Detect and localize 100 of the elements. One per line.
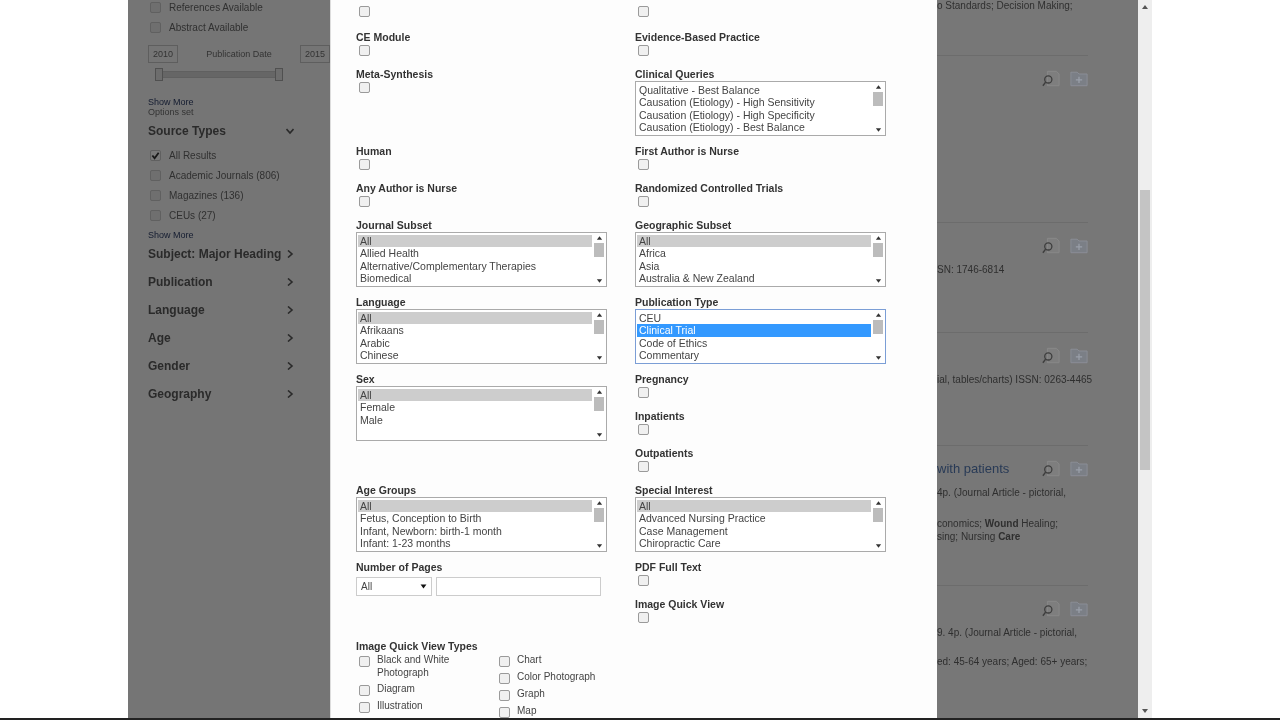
list-option[interactable]: Causation (Etiology) - High Sensitivity (637, 96, 871, 109)
scrollbar[interactable] (871, 310, 885, 363)
checkbox[interactable] (359, 702, 370, 713)
range-slider[interactable] (158, 71, 280, 78)
scroll-up-icon[interactable] (874, 500, 882, 506)
list-option[interactable]: Australia & New Zealand (637, 272, 871, 285)
checkbox[interactable] (359, 196, 370, 207)
scroll-up-icon[interactable] (595, 500, 603, 506)
list-option[interactable]: Afrikaans (358, 324, 592, 337)
checkbox[interactable] (638, 196, 649, 207)
add-to-folder-icon[interactable] (1070, 237, 1088, 254)
checkbox[interactable] (638, 45, 649, 56)
preview-icon[interactable] (1042, 347, 1060, 364)
list-option[interactable]: Qualitative - Best Balance (637, 84, 871, 97)
list-option[interactable]: Biomedical (358, 272, 592, 285)
add-to-folder-icon[interactable] (1070, 70, 1088, 87)
list-option[interactable]: Case Management (637, 524, 871, 538)
list-option[interactable]: Alternative/Complementary Therapies (358, 259, 592, 273)
list-option[interactable]: Male (358, 413, 592, 427)
scroll-down-icon[interactable] (595, 543, 603, 549)
list-option[interactable]: Commentary (637, 349, 871, 362)
preview-icon[interactable] (1042, 237, 1060, 254)
checkbox[interactable] (638, 6, 649, 17)
scroll-down-icon[interactable] (874, 278, 882, 284)
list-box[interactable]: Qualitative - Best Balance Causation (Etiology) - High Sensitivity Causation (Etiology) - High Specificity Causation (Etiology) - Best Balance (635, 81, 886, 136)
scrollbar[interactable] (871, 498, 885, 551)
list-box[interactable]: All Female Male (356, 386, 607, 441)
scroll-up-icon[interactable] (1141, 4, 1149, 10)
list-box[interactable]: CEU Clinical Trial Code of Ethics Commentary (635, 309, 886, 364)
checkbox[interactable] (150, 149, 161, 161)
checkbox[interactable] (638, 612, 649, 623)
checkbox[interactable] (499, 707, 510, 718)
scrollbar[interactable] (592, 233, 606, 286)
scroll-down-icon[interactable] (1141, 708, 1149, 714)
checkbox[interactable] (638, 387, 649, 398)
list-option[interactable]: CEU (637, 312, 871, 325)
list-box[interactable]: All Afrikaans Arabic Chinese (356, 309, 607, 364)
scroll-up-icon[interactable] (874, 312, 882, 318)
list-option[interactable]: Causation (Etiology) - High Specificity (637, 108, 871, 122)
checkbox[interactable] (359, 159, 370, 170)
list-option[interactable]: Chiropractic Care (637, 537, 871, 550)
checkbox[interactable] (638, 424, 649, 435)
list-option[interactable]: All (637, 235, 871, 248)
checkbox[interactable] (359, 6, 370, 17)
list-option[interactable]: Chinese (358, 349, 592, 362)
list-option[interactable]: Allied Health (358, 247, 592, 260)
list-option[interactable]: All (358, 500, 592, 513)
list-option[interactable]: Fetus, Conception to Birth (358, 512, 592, 525)
preview-icon[interactable] (1042, 600, 1060, 617)
list-option[interactable]: Causation (Etiology) - Best Balance (637, 121, 871, 134)
add-to-folder-icon[interactable] (1070, 600, 1088, 617)
list-box[interactable]: All Allied Health Alternative/Complementary Therapies Biomedical (356, 232, 607, 287)
show-more-link[interactable]: Show More (148, 230, 330, 240)
preview-icon[interactable] (1042, 460, 1060, 477)
list-option[interactable]: Code of Ethics (637, 336, 871, 350)
list-option[interactable]: All (358, 312, 592, 325)
add-to-folder-icon[interactable] (1070, 347, 1088, 364)
scrollbar[interactable] (1138, 0, 1152, 718)
chevron-right-icon[interactable] (286, 278, 294, 286)
checkbox[interactable] (638, 575, 649, 586)
list-box[interactable]: All Fetus, Conception to Birth Infant, Newborn: birth-1 month Infant: 1-23 months (356, 497, 607, 552)
scroll-down-icon[interactable] (874, 127, 882, 133)
scroll-up-icon[interactable] (595, 312, 603, 318)
scroll-down-icon[interactable] (595, 432, 603, 438)
list-option[interactable]: All (637, 500, 871, 513)
list-option[interactable]: Advanced Nursing Practice (637, 512, 871, 525)
list-option[interactable]: Infant, Newborn: birth-1 month (358, 524, 592, 538)
checkbox[interactable] (499, 656, 510, 667)
scroll-down-icon[interactable] (874, 355, 882, 361)
show-more-link[interactable]: Show More (148, 97, 330, 107)
chevron-right-icon[interactable] (286, 362, 294, 370)
list-box[interactable]: All Advanced Nursing Practice Case Management Chiropractic Care (635, 497, 886, 552)
scroll-up-icon[interactable] (874, 235, 882, 241)
list-option[interactable]: Arabic (358, 336, 592, 350)
preview-icon[interactable] (1042, 70, 1060, 87)
page-number-field[interactable] (436, 577, 601, 596)
scrollbar[interactable] (871, 233, 885, 286)
scrollbar[interactable] (592, 310, 606, 363)
scroll-down-icon[interactable] (595, 355, 603, 361)
scrollbar[interactable] (871, 82, 885, 135)
scroll-down-icon[interactable] (595, 278, 603, 284)
chevron-right-icon[interactable] (286, 334, 294, 342)
checkbox[interactable] (359, 82, 370, 93)
list-option[interactable]: Female (358, 401, 592, 414)
add-to-folder-icon[interactable] (1070, 460, 1088, 477)
list-box[interactable]: All Africa Asia Australia & New Zealand (635, 232, 886, 287)
list-option[interactable]: Infant: 1-23 months (358, 537, 592, 550)
checkbox[interactable] (638, 159, 649, 170)
list-option[interactable]: Africa (637, 247, 871, 260)
chevron-right-icon[interactable] (286, 250, 294, 258)
checkbox[interactable] (499, 673, 510, 684)
scrollbar[interactable] (592, 387, 606, 440)
chevron-right-icon[interactable] (286, 306, 294, 314)
scroll-down-icon[interactable] (874, 543, 882, 549)
checkbox[interactable] (638, 461, 649, 472)
page-count-select[interactable]: All (356, 577, 432, 596)
chevron-down-icon[interactable] (286, 127, 294, 135)
scroll-up-icon[interactable] (595, 389, 603, 395)
scrollbar[interactable] (592, 498, 606, 551)
checkbox[interactable] (499, 690, 510, 701)
